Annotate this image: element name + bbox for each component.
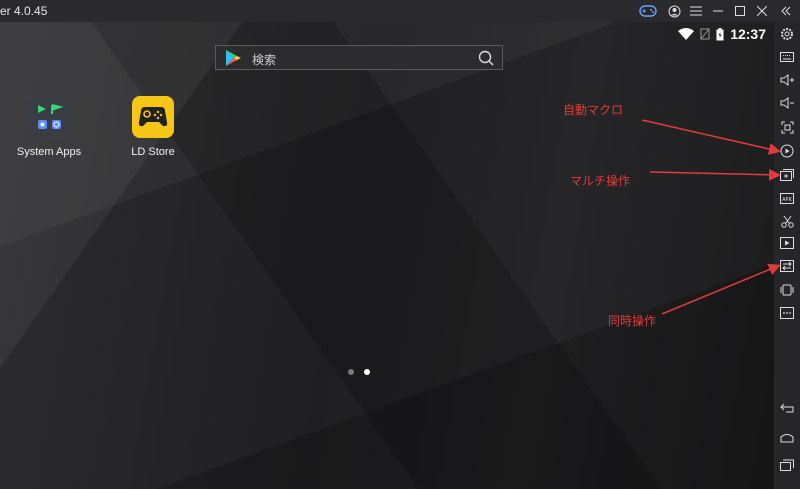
account-icon[interactable]: [664, 0, 684, 22]
scissors-icon[interactable]: [778, 212, 796, 230]
search-bar[interactable]: 検索: [215, 45, 503, 70]
search-icon[interactable]: [478, 50, 494, 66]
title-bar: er 4.0.45: [0, 0, 800, 22]
play-store-icon: [226, 50, 241, 66]
minimize-icon[interactable]: [708, 0, 728, 22]
window-title: er 4.0.45: [0, 4, 48, 18]
app-system-apps[interactable]: System Apps: [9, 96, 89, 158]
home-icon[interactable]: [778, 428, 796, 446]
annotation-macro: 自動マクロ: [563, 103, 624, 117]
annotation-sync: 同時操作: [608, 314, 657, 328]
battery-icon: [716, 27, 724, 40]
annotation-multi: マルチ操作: [570, 174, 631, 188]
android-screen[interactable]: 12:37 検索 System Apps LD Store: [0, 22, 774, 489]
close-icon[interactable]: [752, 0, 772, 22]
status-bar: 12:37: [678, 26, 766, 42]
page-indicator-dot[interactable]: [348, 369, 354, 375]
search-placeholder: 検索: [252, 53, 277, 67]
wifi-icon: [678, 28, 695, 40]
app-label: System Apps: [16, 146, 82, 158]
macro-icon[interactable]: [778, 142, 796, 160]
no-signal-icon: [700, 28, 710, 40]
gamepad-icon[interactable]: [638, 0, 658, 22]
app-label: LD Store: [131, 146, 175, 158]
clock: 12:37: [730, 26, 766, 42]
volume-down-icon[interactable]: [778, 94, 796, 112]
sync-icon[interactable]: [778, 257, 796, 275]
sidebar-toolbar: APK: [774, 22, 800, 489]
more-icon[interactable]: [778, 304, 796, 322]
menu-icon[interactable]: [686, 0, 706, 22]
video-icon[interactable]: [778, 234, 796, 252]
multi-instance-icon[interactable]: [778, 166, 796, 184]
page-indicator-dot-active[interactable]: [364, 369, 370, 375]
settings-icon[interactable]: [778, 25, 796, 43]
ld-store-icon: [132, 96, 174, 138]
app-ld-store[interactable]: LD Store: [113, 96, 193, 158]
back-icon[interactable]: [778, 399, 796, 417]
maximize-icon[interactable]: [730, 0, 750, 22]
svg-text:APK: APK: [782, 197, 792, 203]
system-apps-icon: [28, 96, 70, 138]
collapse-icon[interactable]: [776, 0, 796, 22]
shake-icon[interactable]: [778, 281, 796, 299]
apk-icon[interactable]: APK: [778, 189, 796, 207]
keyboard-icon[interactable]: [778, 48, 796, 66]
recents-icon[interactable]: [778, 456, 796, 474]
screenshot-icon[interactable]: [778, 118, 796, 136]
volume-up-icon[interactable]: [778, 71, 796, 89]
